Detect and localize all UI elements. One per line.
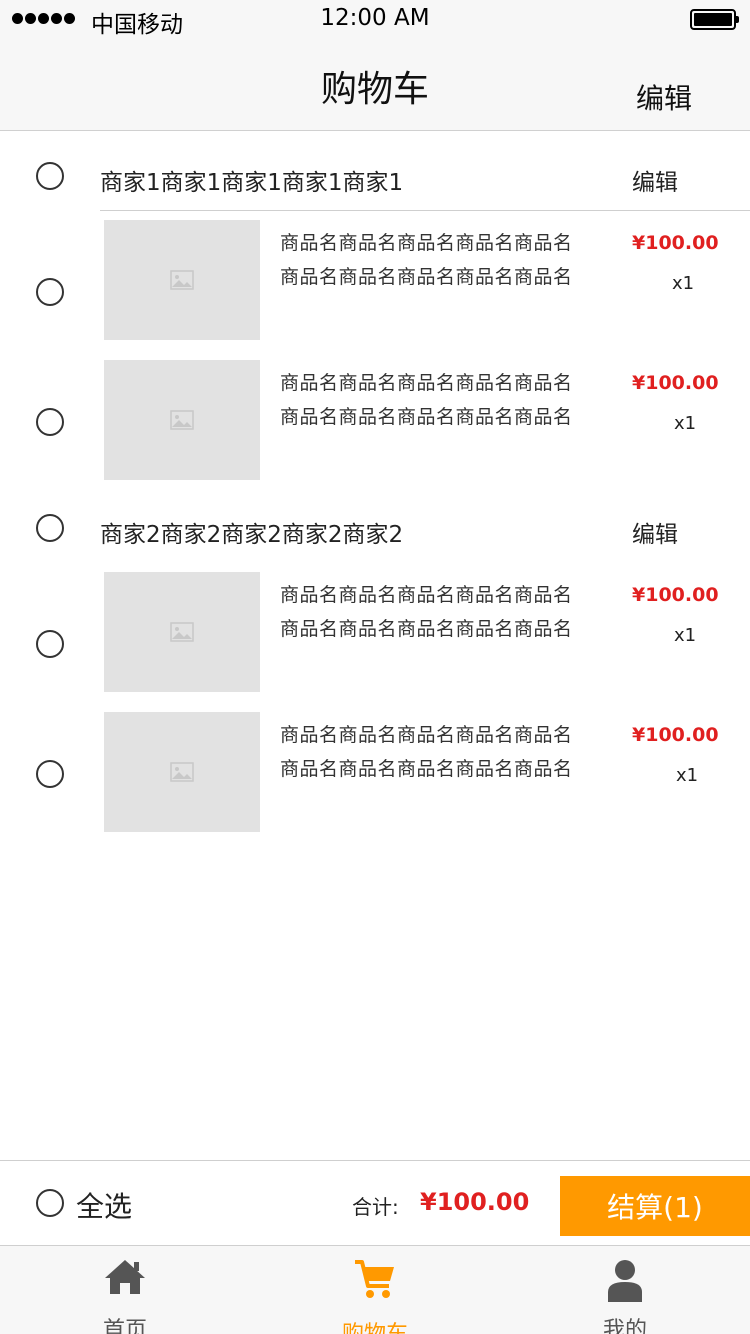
status-bar: 中国移动 12:00 AM [0,0,750,40]
divider [100,210,750,211]
shop-select-radio[interactable] [36,162,64,190]
image-placeholder-icon [170,762,194,782]
tab-label: 我的 [602,1318,647,1334]
home-icon [105,1260,145,1294]
battery-icon [690,9,739,30]
product-price: ¥100.00 [632,372,719,394]
product-price: ¥100.00 [632,724,719,746]
checkout-bar: 全选 合计: ¥100.00 结算(1) [0,1160,750,1245]
product-quantity: x1 [674,625,697,646]
cart-icon [355,1260,394,1298]
product-image[interactable] [104,572,260,692]
shop-name: 商家1商家1商家1商家1商家1 [100,170,404,196]
shop-edit-button[interactable]: 编辑 [632,515,678,549]
product-name: 商品名商品名商品名商品名商品名商品名商品名商品名商品名商品名 [280,232,573,288]
shop-edit-button[interactable]: 编辑 [632,163,678,197]
user-icon [608,1260,642,1302]
tab-label: 首页 [102,1318,147,1334]
item-select-radio[interactable] [36,408,64,436]
product-price: ¥100.00 [632,232,719,254]
status-time: 12:00 AM [320,5,430,31]
product-quantity: x1 [672,273,695,294]
edit-cart-button[interactable]: 编辑 [636,77,692,117]
product-quantity: x1 [674,413,697,434]
item-select-radio[interactable] [36,278,64,306]
image-placeholder-icon [170,410,194,430]
tab-bar: 首页 购物车 我的 [0,1245,750,1334]
product-price: ¥100.00 [632,584,719,606]
image-placeholder-icon [170,622,194,642]
tab-home[interactable]: 首页 [0,1246,250,1334]
nav-bar: 购物车 编辑 [0,40,750,131]
product-image[interactable] [104,360,260,480]
product-name: 商品名商品名商品名商品名商品名商品名商品名商品名商品名商品名 [280,584,573,640]
item-select-radio[interactable] [36,760,64,788]
tab-label: 购物车 [250,1316,500,1334]
product-name: 商品名商品名商品名商品名商品名商品名商品名商品名商品名商品名 [280,372,573,428]
total-price: ¥100.00 [420,1188,530,1216]
select-all-label[interactable]: 全选 [76,1185,132,1225]
product-image[interactable] [104,712,260,832]
item-select-radio[interactable] [36,630,64,658]
shop-select-radio[interactable] [36,514,64,542]
image-placeholder-icon [170,270,194,290]
select-all-radio[interactable] [36,1189,64,1217]
total-label: 合计: [352,1195,399,1219]
product-name: 商品名商品名商品名商品名商品名商品名商品名商品名商品名商品名 [280,724,573,780]
checkout-button[interactable]: 结算(1) [560,1176,750,1236]
product-quantity: x1 [676,765,699,786]
tab-cart[interactable]: 购物车 [250,1246,500,1334]
product-image[interactable] [104,220,260,340]
tab-profile[interactable]: 我的 [500,1246,750,1334]
shop-name: 商家2商家2商家2商家2商家2 [100,522,404,548]
